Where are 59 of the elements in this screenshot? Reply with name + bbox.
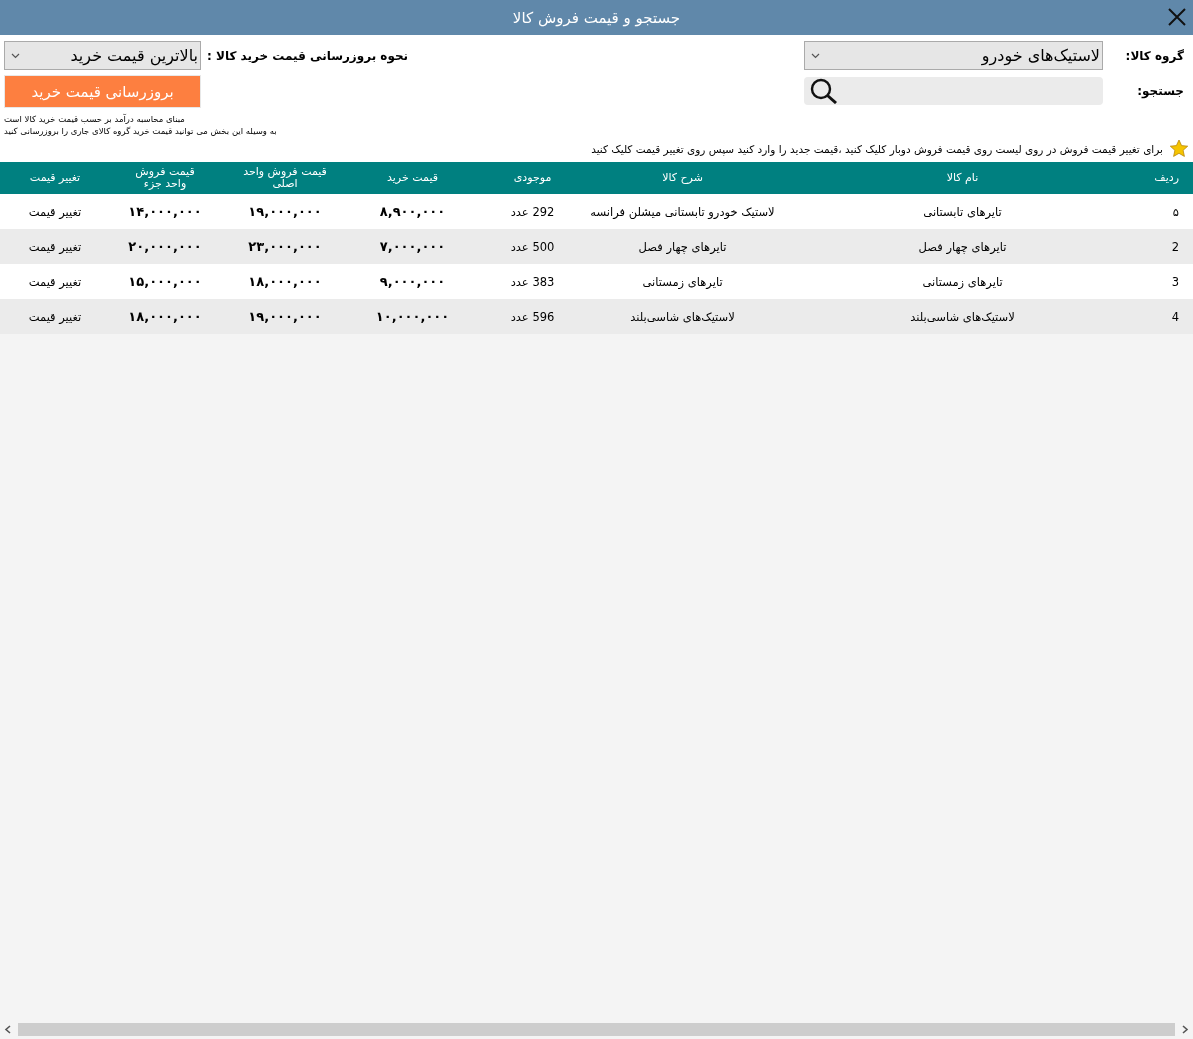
caret-icon (11, 52, 20, 59)
table-cell: 292 عدد (475, 194, 590, 229)
table-cell: ۱۹,۰۰۰,۰۰۰ (220, 194, 350, 229)
column-header[interactable]: شرح کالا (590, 162, 775, 194)
change-price-link[interactable]: تغییر قیمت (0, 229, 110, 264)
table-cell: تایرهای زمستانی (590, 264, 775, 299)
update-mode-label: نحوه بروزرسانی قیمت خرید کالا : (207, 48, 409, 63)
table-cell: ۱۰,۰۰۰,۰۰۰ (350, 299, 475, 334)
change-price-link[interactable]: تغییر قیمت (0, 264, 110, 299)
search-icon (810, 78, 838, 104)
caret-icon (811, 52, 820, 59)
close-icon (1168, 8, 1186, 26)
table-cell: ۱۹,۰۰۰,۰۰۰ (220, 299, 350, 334)
table-cell: ۲۰,۰۰۰,۰۰۰ (110, 229, 220, 264)
scroll-left-icon[interactable] (4, 1025, 12, 1034)
column-header[interactable]: نام کالا (775, 162, 1150, 194)
table-cell: ۹,۰۰۰,۰۰۰ (350, 264, 475, 299)
column-header[interactable]: قیمت فروش واحد اصلی (220, 162, 350, 194)
column-header[interactable]: ردیف (1150, 162, 1193, 194)
table-cell: 383 عدد (475, 264, 590, 299)
table-cell: 3 (1150, 264, 1193, 299)
table-cell: تایرهای چهار فصل (590, 229, 775, 264)
table-cell: 596 عدد (475, 299, 590, 334)
column-header[interactable]: موجودی (475, 162, 590, 194)
table-cell: لاستیک‌های شاسی‌بلند (775, 299, 1150, 334)
table-cell: لاستیک خودرو تابستانی میشلن فرانسه (590, 194, 775, 229)
column-header[interactable]: قیمت فروش واحد جزء (110, 162, 220, 194)
table-cell: 4 (1150, 299, 1193, 334)
note-text: مبنای محاسبه درآمد بر حسب قیمت خرید کالا است (4, 114, 186, 124)
search-field[interactable] (804, 77, 1103, 105)
group-dropdown[interactable]: لاستیک‌های خودرو (804, 41, 1103, 70)
scroll-right-icon[interactable] (1181, 1025, 1189, 1034)
table-cell: ۱۴,۰۰۰,۰۰۰ (110, 194, 220, 229)
table-cell: ۱۸,۰۰۰,۰۰۰ (220, 264, 350, 299)
change-price-link[interactable]: تغییر قیمت (0, 299, 110, 334)
group-label: گروه کالا: (1125, 48, 1184, 63)
table-cell: 2 (1150, 229, 1193, 264)
update-mode-dropdown[interactable]: بالاترین قیمت خرید (4, 41, 201, 70)
table-cell: ۱۵,۰۰۰,۰۰۰ (110, 264, 220, 299)
update-price-button[interactable]: بروزرسانی قیمت خرید (4, 75, 201, 108)
column-header[interactable]: تغییر قیمت (0, 162, 110, 194)
table-cell: ۲۳,۰۰۰,۰۰۰ (220, 229, 350, 264)
window-title: جستجو و قیمت فروش کالا (512, 8, 681, 27)
table-cell: تایرهای زمستانی (775, 264, 1150, 299)
table-cell: تایرهای چهار فصل (775, 229, 1150, 264)
change-price-link[interactable]: تغییر قیمت (0, 194, 110, 229)
search-label: جستجو: (1137, 84, 1184, 98)
note-text: به وسیله این بخش می توانید قیمت خرید گروه کالای جاری را بروزرسانی کنید (4, 126, 278, 136)
hint-text: برای تغییر قیمت فروش در روی لیست روی قیمت فروش دوبار کلیک کنید ،قیمت جدید را وارد کنید سپس روی تغییر قیمت کلیک کنید (591, 142, 1163, 155)
column-header[interactable]: قیمت خرید (350, 162, 475, 194)
table-cell: ۵ (1150, 194, 1193, 229)
table-cell: لاستیک‌های شاسی‌بلند (590, 299, 775, 334)
table-cell: ۱۸,۰۰۰,۰۰۰ (110, 299, 220, 334)
star-icon (1169, 139, 1189, 158)
table-cell: تایرهای تابستانی (775, 194, 1150, 229)
table-cell: ۸,۹۰۰,۰۰۰ (350, 194, 475, 229)
table-cell: ۷,۰۰۰,۰۰۰ (350, 229, 475, 264)
table-cell: 500 عدد (475, 229, 590, 264)
scrollbar-thumb[interactable] (18, 1023, 1175, 1036)
